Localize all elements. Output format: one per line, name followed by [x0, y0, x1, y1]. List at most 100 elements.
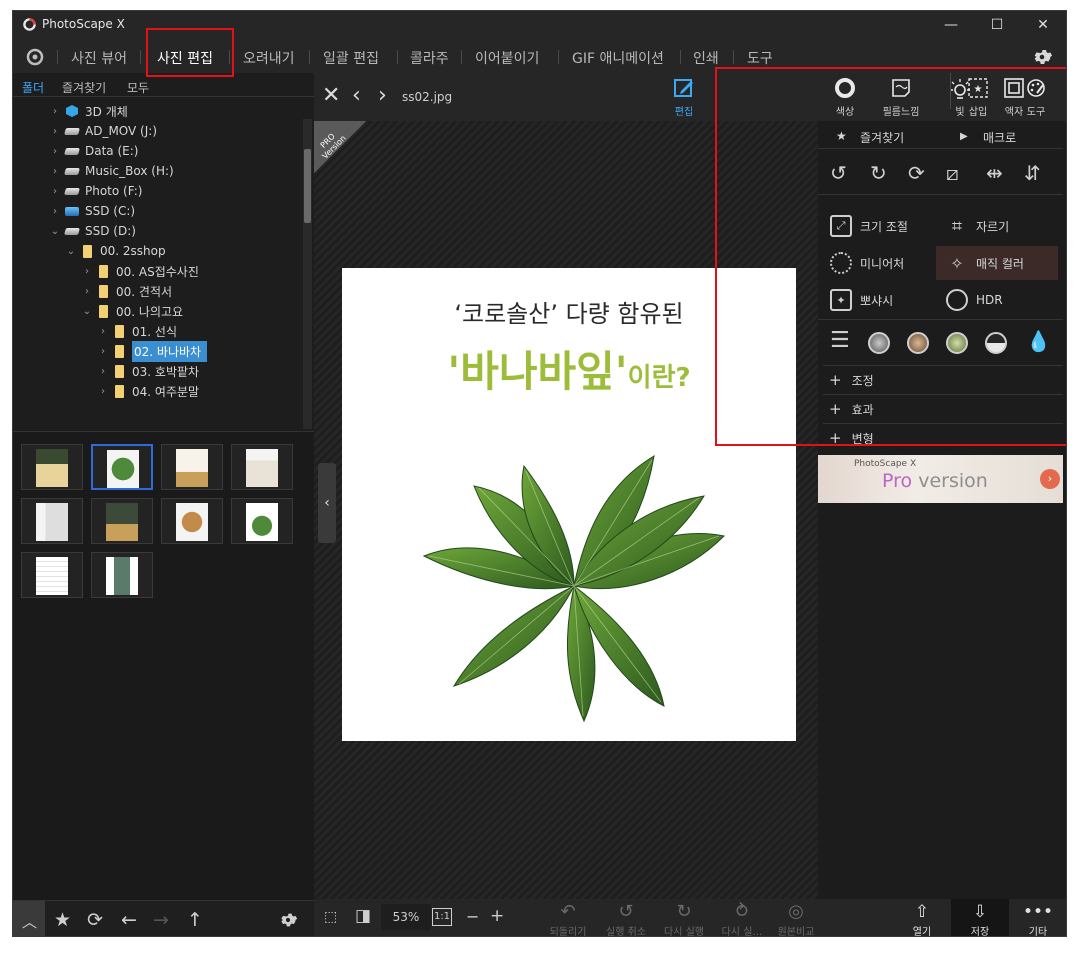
original-compare-button[interactable]: ◎ 원본비교 — [771, 901, 821, 936]
edit-label: 편집 — [674, 107, 694, 118]
tab-all[interactable]: 모두 — [127, 79, 149, 96]
undo-button[interactable]: ↺ 실행 취소 — [597, 901, 655, 936]
menu-collage[interactable]: 콜라주 — [410, 48, 449, 68]
tree-item[interactable]: › Data (E:) — [49, 141, 138, 161]
compare-view-icon[interactable]: ◨ — [355, 906, 371, 926]
menu-print[interactable]: 인쇄 — [693, 48, 719, 68]
tree-item[interactable]: › AD_MOV (J:) — [49, 121, 157, 141]
save-button[interactable]: ⇩ 저장 — [951, 899, 1009, 936]
file-actions-bar: ⇧ 열기 ⇩ 저장 ••• 기타 — [818, 899, 1066, 936]
menu-gif-animation[interactable]: GIF 애니메이션 — [572, 48, 664, 68]
file-name: ss02.jpg — [402, 90, 453, 104]
chevron-right-icon[interactable]: › — [97, 386, 109, 397]
folder-tree: › 3D 개체 › AD_MOV (J:) › Data (E:) › Music_Box (… — [13, 101, 303, 421]
left-settings-gear-icon[interactable] — [278, 910, 298, 930]
zoom-in-icon[interactable]: + — [490, 906, 504, 926]
thumbnail[interactable] — [91, 498, 153, 544]
tree-item-label: Photo (F:) — [85, 184, 143, 198]
tool-panel-highlight — [715, 67, 1066, 446]
zoom-level[interactable]: 53% — [381, 904, 431, 930]
thumbnail[interactable] — [161, 498, 223, 544]
thumbnail-selected[interactable] — [91, 444, 153, 490]
menu-batch-edit[interactable]: 일괄 편집 — [323, 48, 379, 68]
close-button[interactable]: ✕ — [1020, 11, 1066, 39]
chevron-right-icon[interactable]: › — [81, 266, 93, 277]
tree-item[interactable]: ⌄ SSD (D:) — [49, 221, 136, 241]
thumbnail[interactable] — [161, 444, 223, 490]
chevron-right-icon[interactable]: › — [97, 346, 109, 357]
tree-item-label: SSD (D:) — [85, 224, 136, 238]
thumbnail[interactable] — [231, 498, 293, 544]
chevron-right-icon[interactable]: › — [97, 326, 109, 337]
browser-icon[interactable] — [25, 48, 45, 66]
minimize-button[interactable]: — — [928, 11, 974, 39]
tree-scrollbar-thumb[interactable] — [304, 149, 311, 223]
next-image-icon[interactable]: › — [378, 83, 387, 108]
thumbnail[interactable] — [91, 552, 153, 598]
chevron-down-icon[interactable]: ⌄ — [81, 306, 93, 317]
tree-item[interactable]: › 01. 선식 — [97, 321, 177, 341]
tree-item[interactable]: › 00. AS접수사진 — [81, 261, 199, 281]
system-drive-icon — [65, 206, 79, 216]
menu-photo-viewer[interactable]: 사진 뷰어 — [71, 48, 127, 68]
chevron-right-icon[interactable]: › — [49, 166, 61, 177]
tree-item[interactable]: › 00. 견적서 — [81, 281, 172, 301]
chevron-right-icon[interactable]: › — [49, 146, 61, 157]
more-button[interactable]: ••• 기타 — [1009, 899, 1066, 936]
tree-item[interactable]: › Music_Box (H:) — [49, 161, 174, 181]
collapse-up-icon[interactable]: ︿ — [22, 911, 37, 932]
zoom-out-icon[interactable]: − — [466, 907, 479, 926]
edit-mode-button[interactable]: 편집 — [664, 77, 704, 119]
chevron-right-icon: › — [1040, 469, 1060, 489]
tree-item[interactable]: › 3D 개체 — [49, 101, 128, 121]
pro-version-badge[interactable]: PRO Version — [314, 121, 366, 173]
thumbnail[interactable] — [21, 444, 83, 490]
chevron-right-icon[interactable]: › — [49, 186, 61, 197]
refresh-icon[interactable]: ⟳ — [87, 909, 103, 931]
maximize-icon: ☐ — [990, 17, 1004, 33]
close-image-icon[interactable]: ✕ — [322, 83, 340, 108]
pro-version-banner[interactable]: PhotoScape X Pro version › — [818, 455, 1063, 503]
redo-button[interactable]: ↻ 다시 실행 — [655, 901, 713, 936]
chevron-right-icon[interactable]: › — [49, 106, 61, 117]
tree-item[interactable]: ⌄ 00. 2sshop — [65, 241, 166, 261]
previous-image-icon[interactable]: ‹ — [352, 83, 361, 108]
redo-all-button[interactable]: ⥁ 다시 실… — [713, 901, 771, 936]
tree-scrollbar[interactable] — [303, 119, 312, 429]
revert-button[interactable]: ↶ 되돌리기 — [539, 901, 597, 936]
drive-icon — [64, 227, 80, 235]
maximize-button[interactable]: ☐ — [974, 11, 1020, 39]
chevron-right-icon[interactable]: › — [81, 286, 93, 297]
back-arrow-icon[interactable]: ← — [121, 909, 137, 931]
open-button[interactable]: ⇧ 열기 — [893, 899, 951, 936]
thumbnail[interactable] — [231, 444, 293, 490]
tree-item[interactable]: › Photo (F:) — [49, 181, 142, 201]
chevron-right-icon[interactable]: › — [97, 366, 109, 377]
chevron-down-icon[interactable]: ⌄ — [65, 246, 77, 257]
tree-item-label: 00. AS접수사진 — [116, 264, 199, 279]
chevron-down-icon[interactable]: ⌄ — [49, 226, 61, 237]
actual-size-button[interactable]: 1:1 — [432, 908, 452, 926]
tree-item[interactable]: › SSD (C:) — [49, 201, 135, 221]
favorite-star-icon[interactable]: ★ — [54, 909, 71, 931]
menu-combine[interactable]: 이어붙이기 — [475, 48, 539, 68]
tab-folder[interactable]: 폴더 — [22, 79, 44, 96]
menu-cut-out[interactable]: 오려내기 — [243, 48, 295, 68]
chevron-right-icon[interactable]: › — [49, 126, 61, 137]
selection-icon[interactable]: ⬚ — [324, 909, 337, 925]
folder-icon — [99, 264, 108, 278]
tree-item-label: 3D 개체 — [85, 104, 128, 119]
tab-favorites[interactable]: 즐겨찾기 — [62, 79, 106, 96]
tree-item[interactable]: › 03. 호박팥차 — [97, 361, 199, 381]
tree-item[interactable]: › 04. 여주분말 — [97, 381, 199, 401]
chevron-right-icon[interactable]: › — [49, 206, 61, 217]
collapse-left-panel-handle[interactable]: ‹ — [318, 463, 336, 543]
menu-tools[interactable]: 도구 — [747, 48, 773, 68]
settings-gear-icon[interactable] — [1031, 46, 1053, 68]
thumbnail[interactable] — [21, 552, 83, 598]
tree-item[interactable]: ⌄ 00. 나의고요 — [81, 301, 183, 321]
forward-arrow-icon[interactable]: → — [153, 909, 169, 931]
thumbnail[interactable] — [21, 498, 83, 544]
tree-item[interactable]: › 02. 바나바차 — [97, 340, 208, 362]
up-arrow-icon[interactable]: ↑ — [187, 909, 203, 931]
